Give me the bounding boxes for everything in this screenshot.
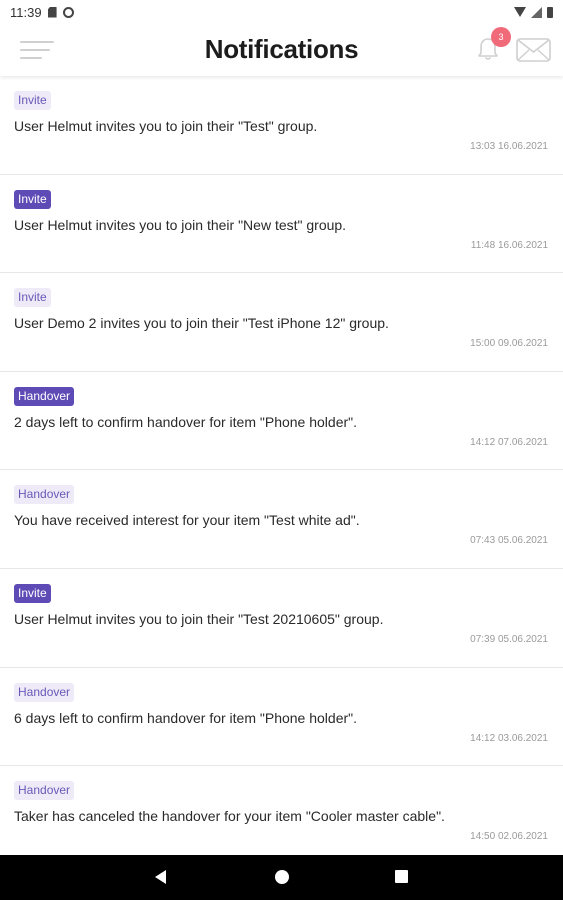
notification-message: User Helmut invites you to join their "T… — [14, 610, 384, 627]
home-icon[interactable] — [275, 870, 289, 884]
notification-timestamp: 14:12 07.06.2021 — [470, 436, 548, 448]
notification-item[interactable]: Handover 2 days left to confirm handover… — [0, 372, 563, 471]
notification-item[interactable]: Invite User Helmut invites you to join t… — [0, 175, 563, 274]
notification-message: You have received interest for your item… — [14, 512, 360, 529]
notification-item[interactable]: Handover Taker has canceled the handover… — [0, 766, 563, 865]
notification-message: User Helmut invites you to join their "T… — [14, 118, 318, 134]
status-bar: 11:39 — [0, 0, 563, 24]
recent-apps-icon[interactable] — [395, 870, 408, 883]
wifi-icon — [514, 7, 526, 17]
notification-type-tag: Handover — [14, 682, 75, 702]
notification-type-tag: Invite — [14, 91, 51, 110]
signal-icon — [531, 6, 542, 18]
notification-timestamp: 07:39 05.06.2021 — [470, 633, 548, 645]
notification-timestamp: 13:03 16.06.2021 — [470, 141, 548, 152]
notification-type-tag: Handover — [14, 781, 75, 801]
notification-timestamp: 07:43 05.06.2021 — [470, 535, 548, 547]
notification-message: User Demo 2 invites you to join their "T… — [14, 315, 389, 332]
mail-icon[interactable] — [516, 38, 551, 62]
notification-item[interactable]: Invite User Demo 2 invites you to join t… — [0, 273, 563, 372]
notification-timestamp: 15:00 09.06.2021 — [470, 338, 548, 350]
notification-timestamp: 11:48 16.06.2021 — [470, 239, 548, 251]
sync-icon — [62, 6, 74, 18]
notification-type-tag: Handover — [14, 485, 75, 505]
notification-list: Invite User Helmut invites you to join t… — [0, 76, 563, 865]
notification-item[interactable]: Handover You have received interest for … — [0, 470, 563, 569]
status-bar-right — [514, 6, 553, 18]
notification-message: Taker has canceled the handover for your… — [14, 808, 445, 825]
notification-item[interactable]: Handover 6 days left to confirm handover… — [0, 668, 563, 767]
notification-type-tag: Invite — [14, 583, 51, 603]
battery-icon — [547, 6, 553, 18]
notification-item[interactable]: Invite User Helmut invites you to join t… — [0, 76, 563, 175]
back-icon[interactable] — [155, 870, 166, 884]
system-navigation-bar — [0, 855, 563, 900]
notification-item[interactable]: Invite User Helmut invites you to join t… — [0, 569, 563, 668]
notification-message: 2 days left to confirm handover for item… — [14, 413, 358, 430]
status-bar-left: 11:39 — [10, 5, 74, 20]
notification-count-badge: 3 — [491, 27, 511, 47]
notification-timestamp: 14:12 03.06.2021 — [470, 732, 548, 744]
notification-timestamp: 14:50 02.06.2021 — [470, 831, 548, 843]
notification-type-tag: Handover — [14, 386, 75, 406]
notification-type-tag: Invite — [14, 189, 51, 209]
notification-message: 6 days left to confirm handover for item… — [14, 709, 358, 726]
status-time: 11:39 — [10, 4, 42, 20]
notification-message: User Helmut invites you to join their "N… — [14, 216, 347, 233]
app-header: Notifications 3 — [0, 24, 563, 76]
notification-type-tag: Invite — [14, 288, 51, 308]
sd-card-icon — [47, 6, 57, 18]
